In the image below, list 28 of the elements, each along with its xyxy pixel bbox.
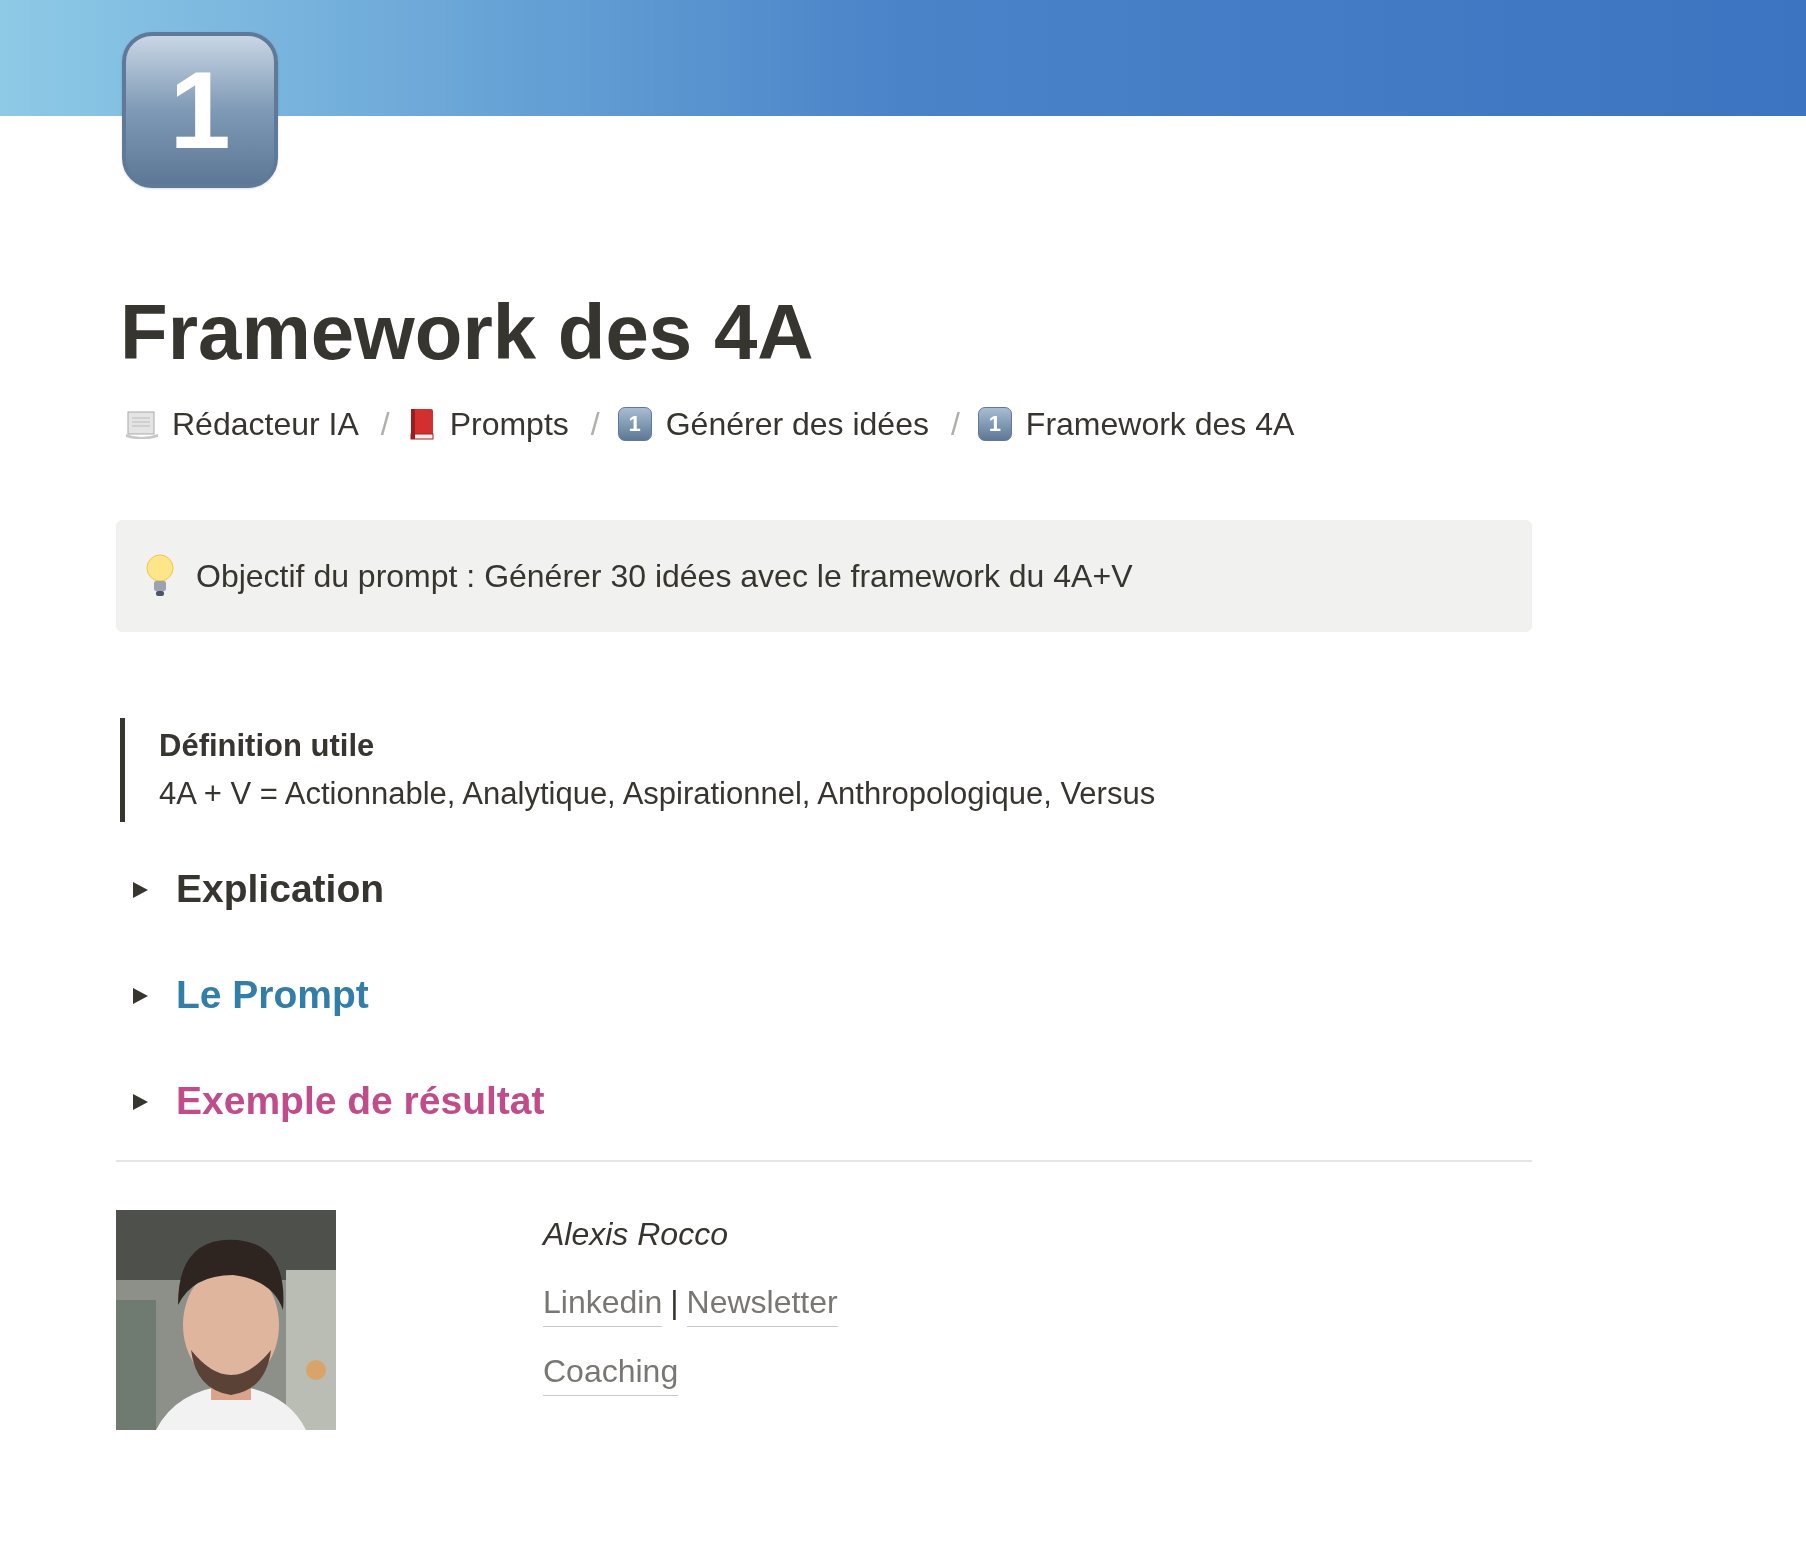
page-title: Framework des 4A <box>120 287 815 378</box>
quote-text: 4A + V = Actionnable, Analytique, Aspirationnel, Anthropologique, Versus <box>159 774 1157 813</box>
keycap-icon: 1 <box>617 406 652 441</box>
toggle-triangle-icon[interactable] <box>130 1091 150 1112</box>
breadcrumb-link[interactable]: Framework des 4A <box>1025 399 1295 448</box>
scroll-icon <box>126 408 158 439</box>
linkedin-link[interactable]: Linkedin <box>543 1277 663 1327</box>
toggle-heading[interactable]: Exemple de résultat <box>176 1072 545 1131</box>
breadcrumb-link[interactable]: Prompts <box>449 399 569 448</box>
keycap-icon: 1 <box>977 406 1012 441</box>
newsletter-link[interactable]: Newsletter <box>686 1277 838 1327</box>
toggle-triangle-icon[interactable] <box>130 879 150 900</box>
link-separator: | <box>670 1283 679 1322</box>
book-icon <box>407 407 436 440</box>
breadcrumb-separator: / <box>950 404 960 444</box>
toggle-heading[interactable]: Explication <box>176 860 385 919</box>
lightbulb-icon <box>146 553 174 598</box>
toggle-triangle-icon[interactable] <box>130 985 150 1006</box>
page-icon: 1 <box>122 32 278 188</box>
coaching-link[interactable]: Coaching <box>543 1346 679 1396</box>
breadcrumb-link[interactable]: Générer des idées <box>665 399 929 448</box>
toggle-heading[interactable]: Le Prompt <box>176 966 369 1025</box>
breadcrumb-separator: / <box>590 404 600 444</box>
author-name: Alexis Rocco <box>543 1214 729 1254</box>
quote-heading: Définition utile <box>159 726 376 765</box>
breadcrumb-link[interactable]: Rédacteur IA <box>172 399 359 448</box>
callout-text: Objectif du prompt : Générer 30 idées avec le framework du 4A+V <box>196 556 1133 596</box>
breadcrumb-separator: / <box>380 404 390 444</box>
